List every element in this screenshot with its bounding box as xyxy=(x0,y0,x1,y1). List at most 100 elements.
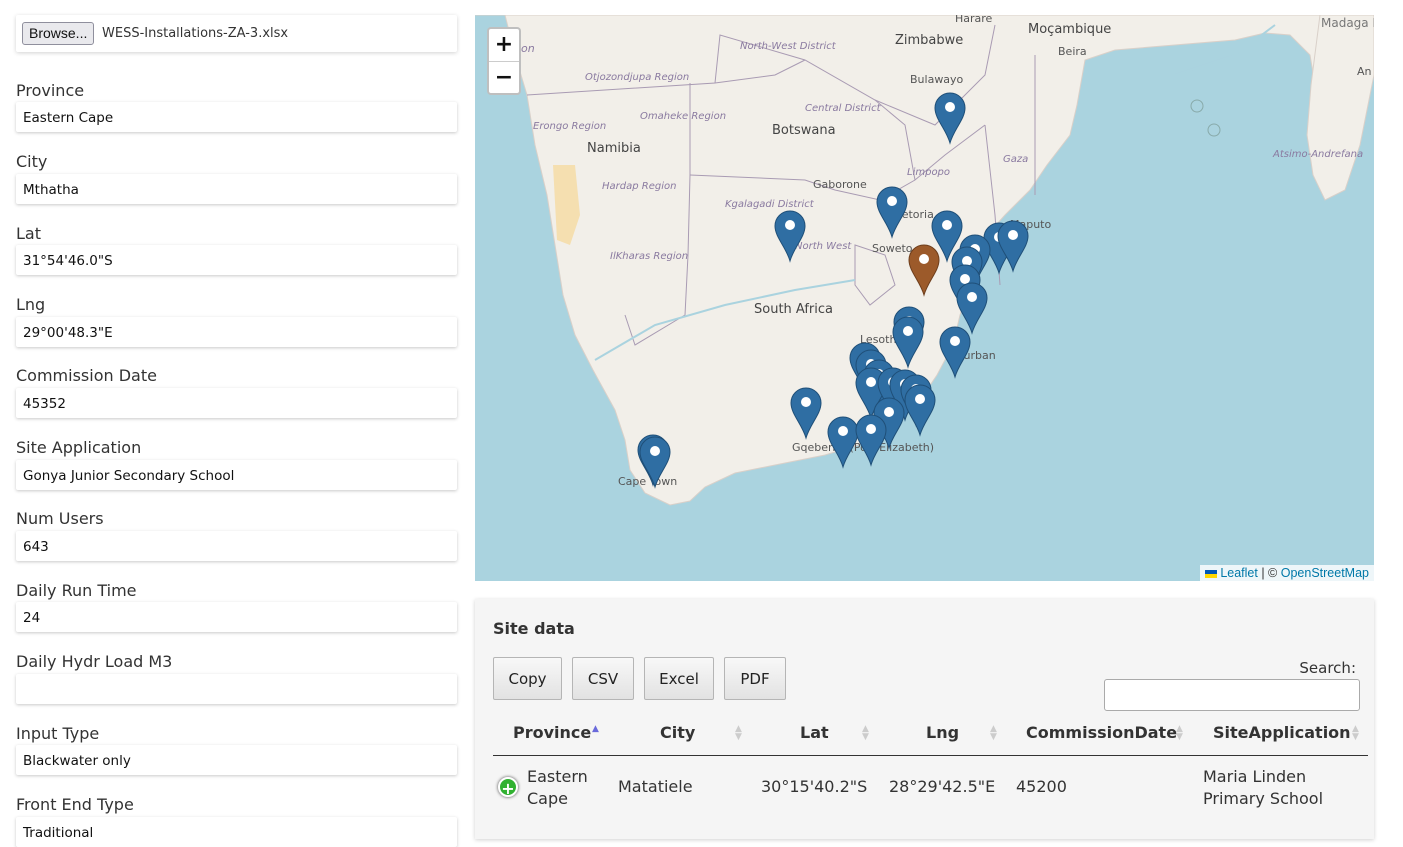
column-header-province[interactable]: Province xyxy=(513,723,591,742)
province-input[interactable]: Eastern Cape xyxy=(16,102,457,132)
column-header-lng[interactable]: Lng xyxy=(926,723,959,742)
site-form: Browse... WESS-Installations-ZA-3.xlsx P… xyxy=(16,0,457,847)
site-marker-icon[interactable] xyxy=(827,416,859,469)
marker-dot xyxy=(866,424,876,434)
zoom-in-button[interactable]: + xyxy=(489,29,519,62)
province-label: Province xyxy=(16,81,85,100)
column-header-commission-date[interactable]: CommissionDate xyxy=(1026,723,1177,742)
header-divider xyxy=(493,755,1368,756)
marker-dot xyxy=(866,377,876,387)
map[interactable]: Harare Zimbabwe Moçambique Beira Madaga … xyxy=(475,15,1374,581)
daily-run-time-input[interactable]: 24 xyxy=(16,602,457,632)
label-cape-town: Cape Town xyxy=(618,475,677,488)
site-marker-icon[interactable] xyxy=(904,384,936,437)
cell-lat: 30°15'40.2"S xyxy=(761,777,868,796)
marker-dot xyxy=(801,397,811,407)
marker-dot xyxy=(945,102,955,112)
column-header-lat[interactable]: Lat xyxy=(800,723,829,742)
sort-icon: ▲ ▼ xyxy=(862,724,869,742)
commission-date-input[interactable]: 45352 xyxy=(16,388,457,418)
marker-dot xyxy=(650,446,660,456)
label-an: An xyxy=(1357,65,1372,78)
expand-row-icon[interactable]: + xyxy=(498,777,518,798)
num-users-input[interactable]: 643 xyxy=(16,531,457,561)
csv-button[interactable]: CSV xyxy=(572,657,634,700)
pdf-button[interactable]: PDF xyxy=(724,657,786,700)
input-type-input[interactable]: Blackwater only xyxy=(16,745,457,775)
label-north-west-district: North-West District xyxy=(740,41,837,52)
site-data-panel: Site data Copy CSV Excel PDF Search: Pro… xyxy=(475,599,1374,839)
browse-button[interactable]: Browse... xyxy=(22,22,95,45)
sort-icon: ▲ ▼ xyxy=(735,724,742,742)
island xyxy=(1190,99,1204,113)
num-users-label: Num Users xyxy=(16,509,104,528)
label-omaheke: Omaheke Region xyxy=(640,111,726,122)
label-soweto: Soweto xyxy=(872,242,913,255)
leaflet-link[interactable]: Leaflet xyxy=(1220,566,1258,580)
sort-icon: ▲ ▼ xyxy=(990,724,997,742)
daily-run-time-label: Daily Run Time xyxy=(16,581,137,600)
cell-province: Eastern Cape xyxy=(527,767,588,808)
marker-dot xyxy=(887,196,897,206)
site-marker-icon[interactable] xyxy=(956,282,988,335)
lat-input[interactable]: 31°54'46.0"S xyxy=(16,245,457,275)
lng-input[interactable]: 29°00'48.3"E xyxy=(16,317,457,347)
marker-dot xyxy=(903,326,913,336)
label-botswana: Botswana xyxy=(772,123,836,138)
commission-date-label: Commission Date xyxy=(16,366,157,385)
copy-button[interactable]: Copy xyxy=(493,657,562,700)
column-header-city[interactable]: City xyxy=(660,723,695,742)
cell-city: Matatiele xyxy=(618,777,693,796)
column-header-site-application[interactable]: SiteApplication xyxy=(1213,723,1351,742)
search-input[interactable] xyxy=(1104,679,1360,711)
label-limpopo: Limpopo xyxy=(907,167,950,178)
front-end-type-label: Front End Type xyxy=(16,795,134,814)
label-harare: Harare xyxy=(955,15,993,25)
daily-hydr-load-label: Daily Hydr Load M3 xyxy=(16,652,173,671)
lng-label: Lng xyxy=(16,295,46,314)
daily-hydr-load-input[interactable] xyxy=(16,674,457,704)
cell-lng: 28°29'42.5"E xyxy=(889,777,996,796)
city-label: City xyxy=(16,152,48,171)
sort-icon: ▲ ▼ xyxy=(1176,724,1183,742)
label-south-africa: South Africa xyxy=(754,302,833,317)
map-tiles: Harare Zimbabwe Moçambique Beira Madaga … xyxy=(475,15,1374,506)
attribution-separator: | © xyxy=(1261,566,1278,580)
site-application-label: Site Application xyxy=(16,438,142,457)
panel-title: Site data xyxy=(493,619,575,638)
zoom-out-button[interactable]: − xyxy=(489,62,519,94)
search-label: Search: xyxy=(1299,659,1356,677)
label-hardap: Hardap Region xyxy=(602,181,676,192)
label-kgalagadi: Kgalagadi District xyxy=(725,199,815,210)
sort-asc-icon: ▲ xyxy=(592,724,599,734)
openstreetmap-link[interactable]: OpenStreetMap xyxy=(1281,566,1369,580)
marker-dot xyxy=(915,394,925,404)
marker-dot xyxy=(838,426,848,436)
site-marker-icon[interactable] xyxy=(939,326,971,379)
excel-button[interactable]: Excel xyxy=(644,657,714,700)
label-atsimo-andrefana: Atsimo-Andrefana xyxy=(1272,149,1363,160)
file-name: WESS-Installations-ZA-3.xlsx xyxy=(102,26,289,41)
zoom-control: + − xyxy=(487,27,521,95)
marker-dot xyxy=(1008,230,1018,240)
marker-dot xyxy=(967,292,977,302)
label-north-west: North West xyxy=(795,241,852,252)
label-mocambique: Moçambique xyxy=(1028,22,1111,37)
island xyxy=(1207,123,1221,137)
label-erongo: Erongo Region xyxy=(533,121,606,132)
ukraine-flag-icon xyxy=(1205,569,1218,578)
label-bulawayo: Bulawayo xyxy=(910,73,964,86)
input-type-label: Input Type xyxy=(16,724,100,743)
marker-dot xyxy=(962,256,972,266)
marker-dot xyxy=(919,254,929,264)
file-upload: Browse... WESS-Installations-ZA-3.xlsx xyxy=(16,15,457,52)
marker-dot xyxy=(785,220,795,230)
label-madagascar: Madaga Madag xyxy=(1321,16,1374,30)
cell-site-application: Maria Linden Primary School xyxy=(1203,767,1324,808)
city-input[interactable]: Mthatha xyxy=(16,174,457,204)
site-application-input[interactable]: Gonya Junior Secondary School xyxy=(16,460,457,490)
site-marker-icon[interactable] xyxy=(855,414,887,467)
front-end-type-input[interactable]: Traditional xyxy=(16,817,457,847)
land-madagascar xyxy=(1306,15,1374,201)
marker-dot xyxy=(950,336,960,346)
